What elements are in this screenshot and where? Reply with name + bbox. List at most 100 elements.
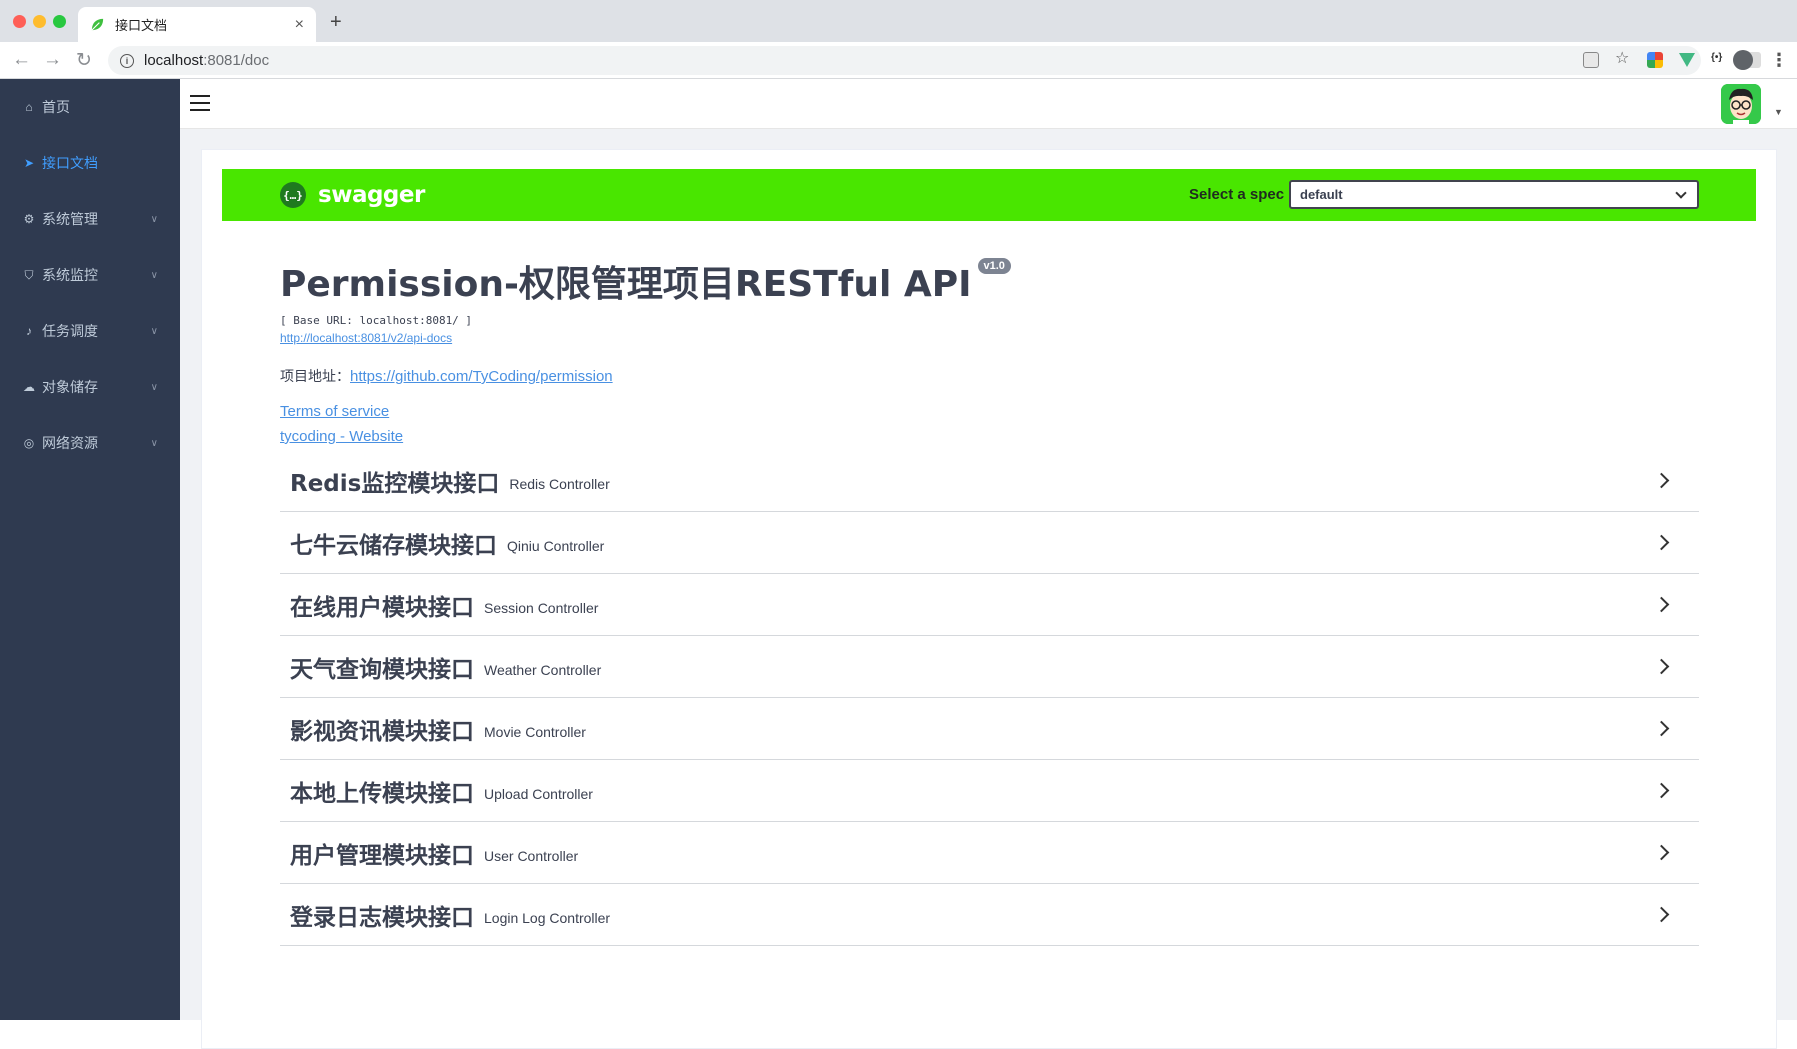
tag-name: 在线用户模块接口	[290, 594, 474, 621]
json-extension-icon[interactable]: {•}	[1711, 52, 1729, 68]
reload-icon[interactable]: ↻	[76, 49, 92, 72]
swagger-logo[interactable]: {…} swagger	[280, 182, 425, 208]
sidebar-item-3[interactable]: ⛉ 系统监控 ∨	[0, 247, 180, 303]
tag-description: Login Log Controller	[484, 909, 611, 926]
browser-tab[interactable]: 接口文档 ×	[78, 7, 316, 42]
caret-down-icon[interactable]: ▼	[1774, 107, 1783, 117]
hamburger-menu-icon[interactable]	[190, 95, 210, 111]
sidebar-item-label: 任务调度	[42, 323, 98, 339]
tag-name: 本地上传模块接口	[290, 780, 474, 807]
sidebar-item-label: 系统监控	[42, 267, 98, 283]
maximize-window-button[interactable]	[53, 15, 66, 28]
forward-icon[interactable]: →	[43, 49, 62, 71]
tag-row[interactable]: 用户管理模块接口 User Controller	[280, 822, 1699, 884]
chevron-down-icon: ∨	[150, 269, 158, 281]
new-tab-icon[interactable]: +	[330, 11, 342, 34]
header: ▼	[180, 79, 1797, 129]
gear-icon: ⚙	[23, 212, 35, 226]
project-address: 项目地址：https://github.com/TyCoding/permiss…	[280, 366, 1011, 386]
profile-icon[interactable]	[1733, 50, 1753, 70]
tag-row[interactable]: 影视资讯模块接口 Movie Controller	[280, 698, 1699, 760]
sidebar-item-label: 首页	[42, 99, 70, 115]
translate-icon[interactable]	[1583, 52, 1599, 68]
tag-row[interactable]: 登录日志模块接口 Login Log Controller	[280, 884, 1699, 946]
tab-close-icon[interactable]: ×	[295, 16, 304, 34]
url-input[interactable]: i localhost:8081/doc	[108, 46, 1701, 75]
color-extension-icon[interactable]	[1647, 52, 1663, 68]
swagger-logo-text: swagger	[318, 182, 425, 208]
chevron-down-icon: ∨	[150, 325, 158, 337]
swagger-card: {…} swagger Select a spec default Permis…	[201, 149, 1777, 1049]
back-icon[interactable]: ←	[12, 49, 31, 71]
site-info-icon[interactable]: i	[120, 53, 134, 68]
tag-description: Weather Controller	[484, 661, 602, 678]
vue-devtools-icon[interactable]	[1679, 53, 1695, 67]
sidebar-item-4[interactable]: ♪ 任务调度 ∨	[0, 303, 180, 359]
tag-row[interactable]: 天气查询模块接口 Weather Controller	[280, 636, 1699, 698]
tag-name: 用户管理模块接口	[290, 842, 474, 869]
base-url: [ Base URL: localhost:8081/ ]	[280, 314, 473, 327]
tag-name: 七牛云储存模块接口	[290, 532, 497, 559]
project-link[interactable]: https://github.com/TyCoding/permission	[350, 368, 613, 385]
tag-name: 影视资讯模块接口	[290, 718, 474, 745]
operation-tags: Redis监控模块接口 Redis Controller 七牛云储存模块接口 Qini…	[280, 450, 1699, 946]
url-host: localhost	[144, 52, 204, 69]
home-icon: ⌂	[25, 100, 33, 114]
bookmark-star-icon[interactable]: ☆	[1615, 51, 1631, 68]
shield-icon: ⛉	[24, 267, 34, 282]
tag-description: Qiniu Controller	[507, 537, 605, 554]
tag-description: Redis Controller	[509, 475, 610, 492]
version-badge: v1.0	[977, 258, 1011, 274]
website-link[interactable]: tycoding - Website	[280, 428, 1011, 445]
tag-row[interactable]: 在线用户模块接口 Session Controller	[280, 574, 1699, 636]
chevron-right-icon	[1653, 844, 1670, 861]
sidebar-item-2[interactable]: ⚙ 系统管理 ∨	[0, 191, 180, 247]
tag-name: 登录日志模块接口	[290, 904, 474, 931]
leaf-icon	[91, 18, 104, 31]
api-docs-link[interactable]: http://localhost:8081/v2/api-docs	[280, 331, 1011, 345]
spec-select-label: Select a spec	[1189, 186, 1285, 203]
chevron-right-icon	[1653, 658, 1670, 675]
chevron-down-icon: ∨	[150, 381, 158, 393]
sidebar-item-5[interactable]: ☁ 对象储存 ∨	[0, 359, 180, 415]
cloud-icon: ☁	[23, 380, 35, 394]
tag-row[interactable]: 本地上传模块接口 Upload Controller	[280, 760, 1699, 822]
chevron-right-icon	[1653, 472, 1670, 489]
tag-description: Movie Controller	[484, 723, 586, 740]
chevron-right-icon	[1653, 534, 1670, 551]
sidebar-item-0[interactable]: ⌂ 首页	[0, 79, 180, 135]
avatar[interactable]	[1721, 84, 1761, 124]
close-window-button[interactable]	[13, 15, 26, 28]
minimize-window-button[interactable]	[33, 15, 46, 28]
api-title-text: Permission-权限管理项目RESTful API	[280, 264, 972, 305]
tab-title: 接口文档	[115, 18, 168, 33]
project-label: 项目地址：	[280, 368, 350, 384]
chevron-down-icon: ∨	[150, 437, 158, 449]
sidebar-item-1[interactable]: ➤ 接口文档	[0, 135, 180, 191]
tag-description: Upload Controller	[484, 785, 593, 802]
terms-of-service-link[interactable]: Terms of service	[280, 403, 1011, 420]
sidebar-item-label: 接口文档	[42, 155, 98, 171]
address-bar: ← → ↻ i localhost:8081/doc ☆ {•} ⋮	[0, 42, 1797, 79]
avatar-face-icon	[1721, 84, 1761, 124]
api-title: Permission-权限管理项目RESTful API v1.0	[280, 255, 1011, 307]
chevron-down-icon: ∨	[150, 213, 158, 225]
sidebar-item-label: 系统管理	[42, 211, 98, 227]
globe-icon: ◎	[23, 436, 35, 450]
sidebar-item-6[interactable]: ◎ 网络资源 ∨	[0, 415, 180, 471]
chevron-right-icon	[1653, 782, 1670, 799]
menu-icon[interactable]: ⋮	[1770, 50, 1788, 71]
tag-name: 天气查询模块接口	[290, 656, 474, 683]
tag-row[interactable]: Redis监控模块接口 Redis Controller	[280, 450, 1699, 512]
spec-select-value: default	[1300, 187, 1343, 202]
chevron-down-icon	[1675, 187, 1687, 199]
main-content: {…} swagger Select a spec default Permis…	[180, 129, 1797, 1049]
sidebar-item-label: 对象储存	[42, 379, 98, 395]
chevron-right-icon	[1653, 906, 1670, 923]
url-path: :8081/doc	[203, 52, 270, 69]
api-info: Permission-权限管理项目RESTful API v1.0 [ Base…	[280, 255, 1011, 445]
tag-row[interactable]: 七牛云储存模块接口 Qiniu Controller	[280, 512, 1699, 574]
sidebar-item-label: 网络资源	[42, 435, 98, 451]
browser-tab-bar: 接口文档 × +	[0, 0, 1797, 42]
spec-select[interactable]: default	[1289, 180, 1699, 209]
